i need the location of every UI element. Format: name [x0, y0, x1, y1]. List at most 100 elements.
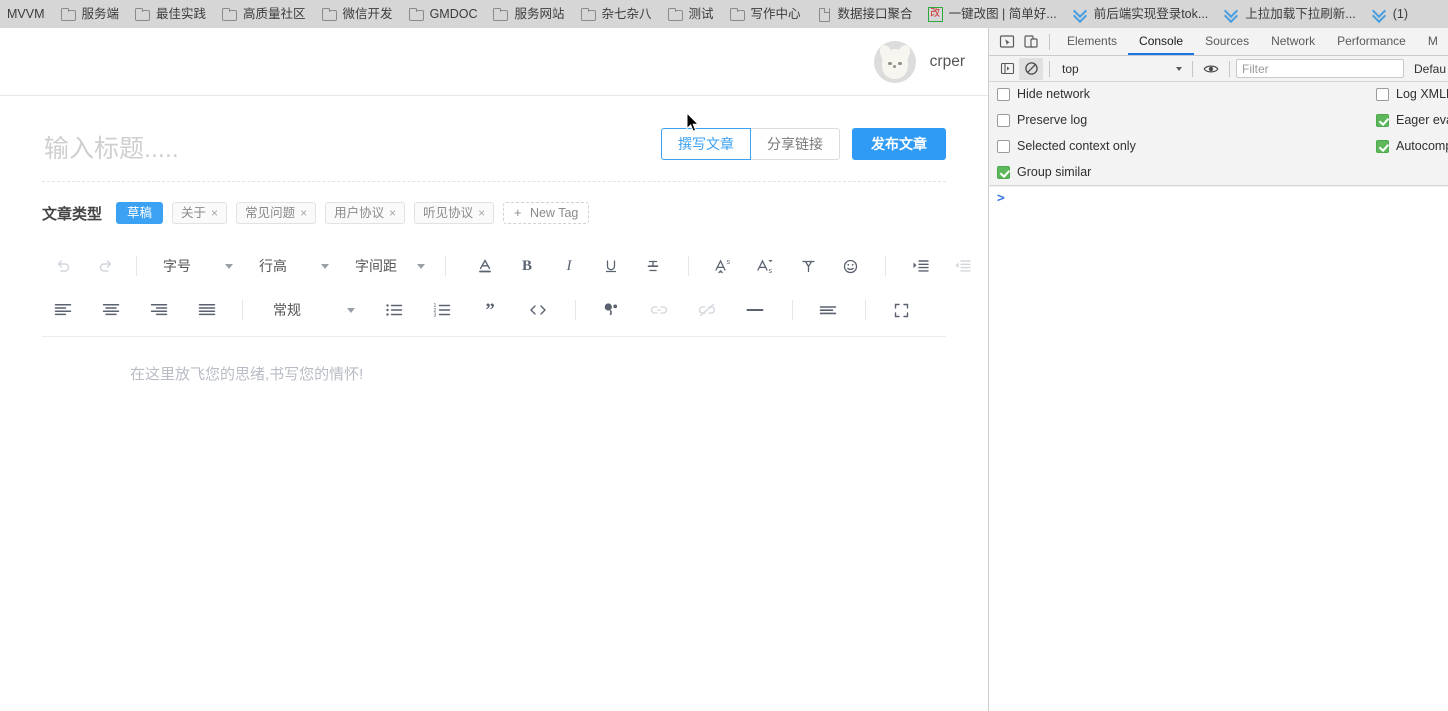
log-levels-select[interactable]: Defau	[1414, 62, 1446, 76]
tag-item[interactable]: 听见协议 ×	[414, 202, 495, 224]
bookmark-item[interactable]: MVVM	[0, 3, 52, 25]
svg-text:s: s	[769, 268, 773, 275]
bold-icon[interactable]: B	[512, 251, 542, 281]
align-right-icon[interactable]	[144, 295, 174, 325]
emoji-icon[interactable]	[835, 251, 865, 281]
bookmark-item[interactable]: 服务端	[53, 3, 127, 25]
folder-icon	[667, 6, 683, 22]
devtools-tab-sources[interactable]: Sources	[1194, 28, 1260, 55]
console-setting-label: Autocomp	[1396, 139, 1448, 153]
bookmark-label: 上拉加载下拉刷新...	[1245, 7, 1356, 21]
paragraph-style-select[interactable]: 常规	[261, 296, 361, 324]
underline-icon[interactable]	[596, 251, 626, 281]
tag-item[interactable]: 常见问题 ×	[236, 202, 317, 224]
code-icon[interactable]	[523, 295, 553, 325]
devtools-tab-m[interactable]: M	[1417, 28, 1448, 55]
bookmark-item[interactable]: 服务网站	[485, 3, 571, 25]
console-settings-panel: Hide network Preserve log Selected context…	[989, 82, 1448, 186]
align-center-icon[interactable]	[96, 295, 126, 325]
bookmark-item[interactable]: 最佳实践	[127, 3, 213, 25]
bookmark-item[interactable]: 上拉加载下拉刷新...	[1216, 3, 1362, 25]
checkbox-unchecked-icon[interactable]	[997, 113, 1010, 127]
font-size-select[interactable]: 字号	[151, 252, 239, 280]
write-article-button[interactable]: 撰写文章	[661, 128, 751, 160]
bookmark-item[interactable]: 数据接口聚合	[809, 3, 920, 25]
horizontal-rule-icon[interactable]	[740, 295, 770, 325]
indent-decrease-icon[interactable]	[948, 251, 978, 281]
fullscreen-icon[interactable]	[886, 295, 916, 325]
live-expression-eye-icon[interactable]	[1199, 58, 1223, 80]
devtools-tab-elements[interactable]: Elements	[1056, 28, 1128, 55]
clear-console-icon[interactable]	[1019, 57, 1043, 80]
align-justify-icon[interactable]	[192, 295, 222, 325]
bookmark-item[interactable]: 微信开发	[314, 3, 400, 25]
console-setting-checkbox[interactable]: Selected context only	[997, 139, 1136, 153]
link-icon[interactable]	[644, 295, 674, 325]
avatar[interactable]	[873, 41, 916, 83]
share-link-button[interactable]: 分享链接	[751, 128, 840, 160]
tag-item[interactable]: 用户协议 ×	[325, 202, 406, 224]
close-icon[interactable]: ×	[389, 206, 396, 220]
console-output-area[interactable]: >	[989, 187, 1448, 711]
checkbox-unchecked-icon[interactable]	[1376, 87, 1389, 101]
console-setting-checkbox[interactable]: Eager eva	[1376, 113, 1448, 127]
console-setting-checkbox[interactable]: Preserve log	[997, 113, 1087, 127]
blockquote-icon[interactable]: ”	[475, 295, 505, 325]
strikethrough-icon[interactable]	[638, 251, 668, 281]
undo-icon[interactable]	[48, 251, 78, 281]
tag-selected[interactable]: 草稿	[116, 202, 164, 224]
console-filter-input[interactable]	[1236, 59, 1404, 78]
checkbox-unchecked-icon[interactable]	[997, 139, 1010, 153]
numbered-list-icon[interactable]: 123	[427, 295, 457, 325]
toolbar-row-1: 字号 行高 字间距 B I s s	[42, 244, 971, 288]
subscript-icon[interactable]: s	[751, 251, 781, 281]
editor-content-area[interactable]: 在这里放飞您的思绪,书写您的情怀!	[42, 363, 946, 693]
unlink-icon[interactable]	[692, 295, 722, 325]
bullet-list-icon[interactable]	[379, 295, 409, 325]
bookmark-item[interactable]: 杂七杂八	[573, 3, 659, 25]
quote-mark-icon[interactable]	[596, 295, 626, 325]
letter-spacing-select[interactable]: 字间距	[343, 252, 431, 280]
redo-icon[interactable]	[90, 251, 120, 281]
publish-article-button[interactable]: 发布文章	[852, 128, 946, 160]
devtools-tab-performance[interactable]: Performance	[1326, 28, 1417, 55]
close-icon[interactable]: ×	[300, 206, 307, 220]
toolbar-divider	[136, 256, 137, 276]
article-title-input[interactable]	[42, 124, 642, 174]
bookmark-item[interactable]: 测试	[660, 3, 721, 25]
console-setting-checkbox[interactable]: Group similar	[997, 165, 1091, 179]
checkbox-checked-icon[interactable]	[1376, 113, 1389, 127]
text-color-icon[interactable]	[470, 251, 500, 281]
devtools-tab-network[interactable]: Network	[1260, 28, 1326, 55]
user-chip[interactable]: crper	[873, 41, 965, 83]
console-setting-checkbox[interactable]: Log XMLH	[1376, 87, 1448, 101]
clear-format-icon[interactable]	[793, 251, 823, 281]
console-setting-checkbox[interactable]: Autocomp	[1376, 139, 1448, 153]
console-prompt-row[interactable]: >	[989, 187, 1448, 209]
console-sidebar-toggle-icon[interactable]	[995, 58, 1019, 80]
bookmark-item[interactable]: GMDOC	[401, 3, 485, 25]
devtools-tab-console[interactable]: Console	[1128, 28, 1194, 55]
text-align-distribute-icon[interactable]	[813, 295, 843, 325]
inspect-element-icon[interactable]	[995, 31, 1019, 53]
checkbox-checked-icon[interactable]	[997, 165, 1010, 179]
line-height-select[interactable]: 行高	[247, 252, 335, 280]
bookmark-item[interactable]: 改一键改图 | 简单好...	[921, 3, 1064, 25]
console-setting-checkbox[interactable]: Hide network	[997, 87, 1090, 101]
execution-context-select[interactable]: top	[1056, 59, 1186, 79]
italic-icon[interactable]: I	[554, 251, 584, 281]
close-icon[interactable]: ×	[478, 206, 485, 220]
bookmark-item[interactable]: 写作中心	[722, 3, 808, 25]
align-left-icon[interactable]	[48, 295, 78, 325]
device-toolbar-icon[interactable]	[1019, 31, 1043, 53]
checkbox-unchecked-icon[interactable]	[997, 87, 1010, 101]
new-tag-button[interactable]: + New Tag	[503, 202, 590, 224]
tag-item[interactable]: 关于 ×	[172, 202, 228, 224]
close-icon[interactable]: ×	[211, 206, 218, 220]
indent-increase-icon[interactable]	[906, 251, 936, 281]
bookmark-item[interactable]: 前后端实现登录tok...	[1065, 3, 1216, 25]
bookmark-item[interactable]: (1)	[1364, 3, 1415, 25]
bookmark-item[interactable]: 高质量社区	[214, 3, 313, 25]
superscript-icon[interactable]: s	[709, 251, 739, 281]
checkbox-checked-icon[interactable]	[1376, 139, 1389, 153]
